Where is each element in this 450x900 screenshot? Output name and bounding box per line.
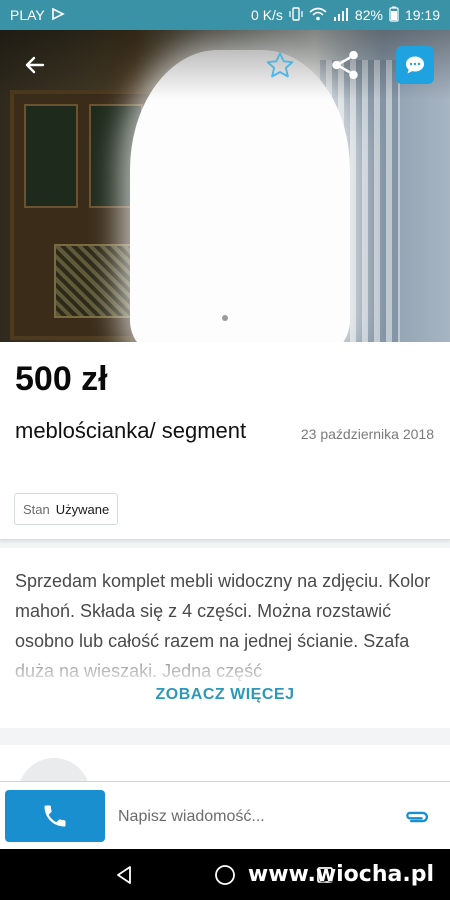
listing-price: 500 zł bbox=[15, 360, 108, 398]
arrow-back-icon bbox=[25, 56, 45, 74]
attribute-value: Używane bbox=[55, 501, 110, 517]
chat-bubble-icon bbox=[406, 56, 424, 74]
circle-home-icon bbox=[215, 865, 235, 885]
vibrate-icon bbox=[289, 6, 303, 24]
wifi-icon bbox=[309, 7, 327, 24]
attribute-key: Stan bbox=[23, 501, 50, 517]
attribute-tag-condition: Stan Używane bbox=[14, 493, 119, 525]
watermark-text: www.wiocha.pl bbox=[247, 862, 434, 887]
paperclip-icon bbox=[406, 811, 429, 823]
back-button[interactable] bbox=[18, 48, 52, 82]
carrier-label: PLAY bbox=[10, 7, 45, 23]
battery-icon bbox=[389, 6, 399, 25]
share-icon bbox=[332, 50, 358, 80]
play-store-icon bbox=[51, 7, 65, 24]
share-button[interactable] bbox=[324, 44, 366, 86]
phone-icon bbox=[44, 805, 66, 827]
listing-title: meblościanka/ segment bbox=[15, 418, 247, 443]
star-outline-icon bbox=[266, 52, 294, 78]
contact-bar bbox=[0, 781, 450, 850]
call-button[interactable] bbox=[5, 790, 105, 842]
cabinet-glass-left bbox=[24, 104, 78, 208]
description-fade bbox=[0, 650, 450, 690]
network-speed: 0 K/s bbox=[251, 7, 283, 23]
signal-icon bbox=[333, 7, 349, 24]
favorite-button[interactable] bbox=[260, 46, 300, 86]
status-bar: PLAY 0 K/s 82% 19:19 bbox=[0, 0, 450, 30]
clock: 19:19 bbox=[404, 7, 440, 23]
nav-back-button[interactable] bbox=[110, 861, 138, 889]
message-input[interactable] bbox=[116, 794, 390, 840]
show-more-button[interactable]: ZOBACZ WIĘCEJ bbox=[0, 686, 450, 704]
listing-photo[interactable] bbox=[0, 30, 450, 342]
battery-level: 82% bbox=[354, 7, 383, 23]
listing-date: 23 października 2018 bbox=[300, 426, 434, 442]
triangle-back-icon bbox=[117, 866, 131, 884]
attach-button[interactable] bbox=[402, 802, 432, 832]
cabinet-basket bbox=[54, 244, 138, 318]
pagination-dot[interactable] bbox=[222, 315, 228, 321]
nav-home-button[interactable] bbox=[211, 861, 239, 889]
photo-pagination bbox=[0, 315, 450, 321]
photo-top-gradient bbox=[0, 30, 450, 100]
chat-button[interactable] bbox=[396, 46, 434, 84]
